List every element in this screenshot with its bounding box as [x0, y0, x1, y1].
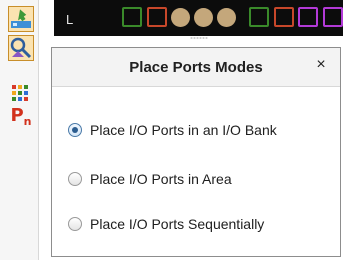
io-site[interactable]	[147, 7, 167, 27]
panel-title: Place Ports Modes	[129, 59, 263, 76]
io-bank-grid-icon	[12, 85, 28, 101]
io-pad[interactable]	[171, 8, 190, 27]
option-label: Place I/O Ports in an I/O Bank	[90, 122, 277, 138]
auto-place-tool-button[interactable]	[8, 35, 34, 61]
option-label: Place I/O Ports Sequentially	[90, 216, 265, 232]
pin-label-tool[interactable]: Pn	[8, 104, 34, 130]
option-label: Place I/O Ports in Area	[90, 171, 232, 187]
radio-button[interactable]	[68, 123, 82, 137]
place-ports-modes-panel: Place Ports Modes × Place I/O Ports in a…	[51, 47, 341, 257]
radio-button[interactable]	[68, 172, 82, 186]
io-site[interactable]	[298, 7, 318, 27]
io-site[interactable]	[323, 7, 343, 27]
io-pad[interactable]	[217, 8, 236, 27]
radio-button[interactable]	[68, 217, 82, 231]
io-site[interactable]	[249, 7, 269, 27]
drag-handle[interactable]	[190, 37, 208, 39]
close-button[interactable]: ×	[312, 56, 330, 74]
auto-place-icon	[10, 37, 32, 59]
io-pad[interactable]	[194, 8, 213, 27]
option-area[interactable]: Place I/O Ports in Area	[68, 168, 232, 190]
pin-label-icon: Pn	[10, 105, 32, 128]
panel-header: Place Ports Modes ×	[52, 48, 340, 87]
place-ports-icon	[11, 9, 31, 28]
io-bank-grid-tool[interactable]	[8, 80, 34, 106]
option-io-bank[interactable]: Place I/O Ports in an I/O Bank	[68, 119, 277, 141]
io-site[interactable]	[122, 7, 142, 27]
column-label: L	[66, 12, 74, 27]
option-sequentially[interactable]: Place I/O Ports Sequentially	[68, 213, 264, 235]
vertical-toolbar: Pn	[0, 0, 39, 260]
place-ports-tool-button[interactable]	[8, 6, 34, 32]
io-site[interactable]	[274, 7, 294, 27]
